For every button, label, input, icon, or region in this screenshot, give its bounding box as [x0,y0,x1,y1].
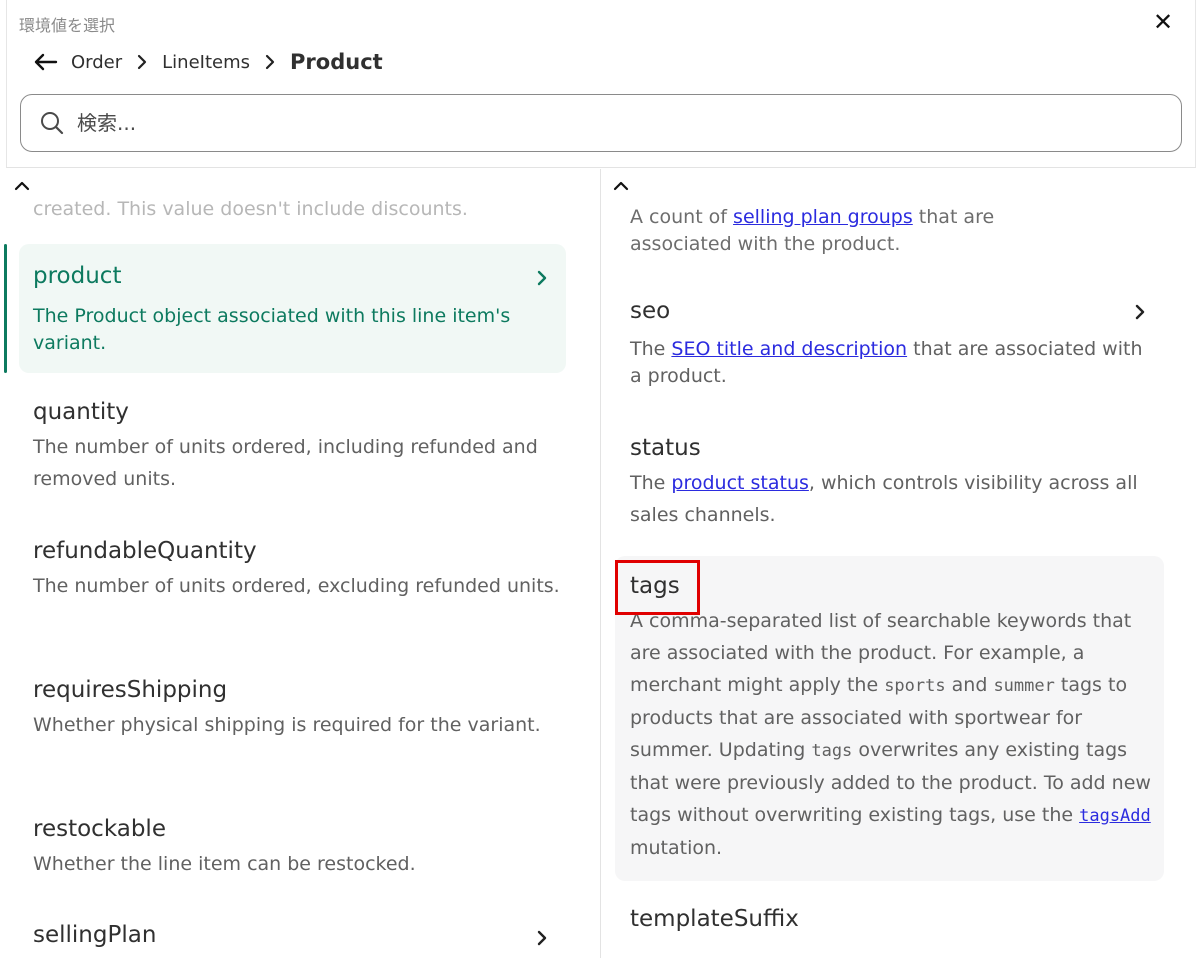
list-item-restockable[interactable]: restockable Whether the line item can be… [19,814,566,880]
code-text: summer [993,676,1055,696]
dialog-title: 環境値を選択 [19,16,116,35]
item-description: Whether physical shipping is required fo… [33,714,541,736]
seo-title-link[interactable]: SEO title and description [671,338,907,360]
item-description: The SEO title and description that are a… [630,336,1160,390]
code-text: sports [884,676,946,696]
search-input[interactable] [77,111,1157,135]
item-name: requiresShipping [33,677,228,703]
chevron-right-icon [1130,300,1150,324]
breadcrumb-item-order[interactable]: Order [71,52,122,73]
highlight-box [615,560,700,615]
selling-plan-groups-link[interactable]: selling plan groups [733,206,913,228]
item-description: The number of units ordered, including r… [33,436,538,490]
product-status-link[interactable]: product status [671,472,809,494]
chevron-right-icon [532,926,552,950]
item-name: seo [630,298,671,324]
left-column[interactable]: created. This value doesn't include disc… [0,169,600,958]
chevron-right-icon [532,266,552,290]
item-name: templateSuffix [630,906,799,932]
faded-description: A count of selling plan groups that are … [630,204,1170,258]
desc-text: and [945,674,994,696]
item-name: refundableQuantity [33,538,257,564]
item-description: A comma-separated list of searchable key… [630,605,1155,864]
search-box[interactable] [20,94,1182,152]
item-description: Whether the line item can be restocked. [33,853,416,875]
list-item-seo[interactable]: seo The SEO title and description that a… [615,296,1164,390]
search-icon [39,109,67,137]
list-item-refundable-quantity[interactable]: refundableQuantity The number of units o… [19,536,566,602]
list-item-requires-shipping[interactable]: requiresShipping Whether physical shippi… [19,675,566,741]
item-name: status [630,435,701,461]
item-description: The number of units ordered, excluding r… [33,575,560,597]
faded-description: created. This value doesn't include disc… [33,198,468,220]
close-button[interactable]: ✕ [1150,8,1176,36]
item-name: product [33,263,122,289]
dialog-header: 環境値を選択 ✕ Order LineItems Product [6,0,1196,168]
chevron-up-icon[interactable] [609,177,633,195]
back-arrow-icon[interactable] [31,47,59,77]
tags-add-link[interactable]: tagsAdd [1079,806,1151,826]
right-column[interactable]: A count of selling plan groups that are … [601,169,1196,958]
list-item-quantity[interactable]: quantity The number of units ordered, in… [19,397,566,495]
chevron-right-icon [250,54,290,70]
item-description: The Product object associated with this … [33,305,511,354]
list-item-product[interactable]: product The Product object associated wi… [19,244,566,373]
item-description: The product status, which controls visib… [630,467,1160,531]
item-name: restockable [33,816,166,842]
list-item-selling-plan[interactable]: sellingPlan [19,920,566,958]
desc-text: The [630,472,672,494]
code-text: tags [811,741,853,761]
desc-text: that are [912,206,995,228]
item-name: quantity [33,399,129,425]
selected-indicator [4,244,7,373]
desc-text: associated with the product. [630,233,901,255]
item-name: sellingPlan [33,922,157,948]
breadcrumb: Order LineItems Product [31,46,383,78]
breadcrumb-item-lineitems[interactable]: LineItems [162,52,250,73]
item-name: tags [630,573,680,599]
list-item-status[interactable]: status The product status, which control… [615,433,1164,531]
desc-text: mutation. [630,837,723,859]
chevron-up-icon[interactable] [10,177,34,195]
chevron-right-icon [122,54,162,70]
desc-text: A count of [630,206,734,228]
list-item-template-suffix[interactable]: templateSuffix [615,904,1164,934]
breadcrumb-current: Product [290,50,383,74]
desc-text: The [630,338,672,360]
